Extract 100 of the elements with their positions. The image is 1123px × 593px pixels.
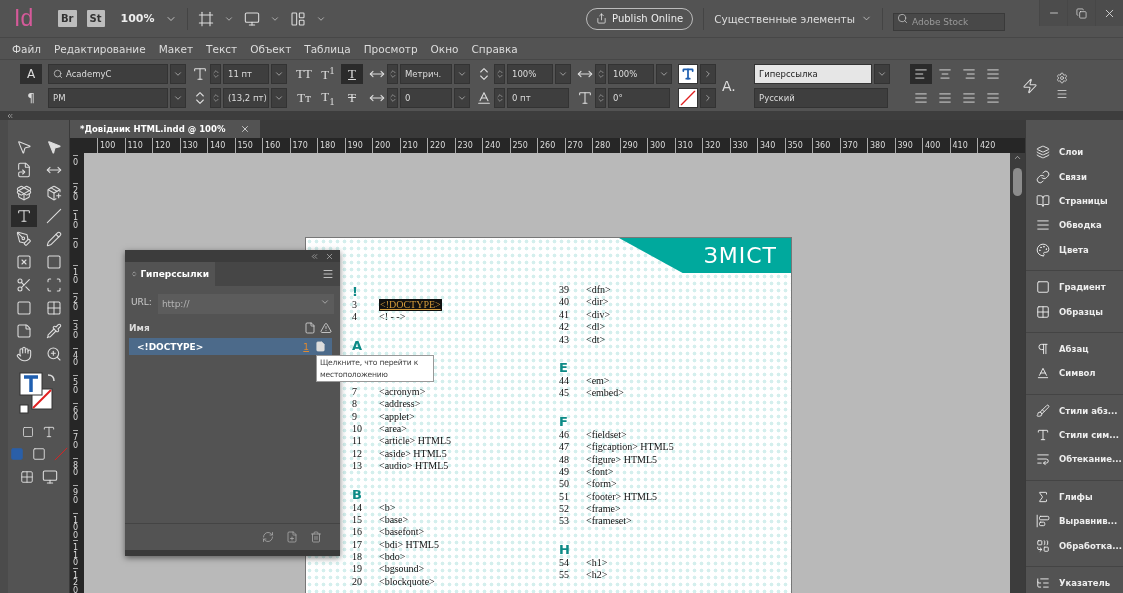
dropdown-button[interactable] (271, 87, 287, 108)
menu-item[interactable]: Макет (158, 42, 194, 55)
menu-item[interactable]: Окно (430, 42, 459, 55)
panel-button[interactable]: Стили сим... (1026, 422, 1123, 448)
container-icon[interactable] (21, 426, 34, 438)
horizontal-scale-field[interactable]: 100% (608, 63, 654, 84)
spinner-button[interactable] (387, 87, 398, 108)
mode-button[interactable]: ¶ (20, 87, 42, 108)
dropdown-button[interactable] (656, 63, 672, 84)
scroll-thumb[interactable] (1013, 168, 1022, 196)
panel-button[interactable]: Обводка (1026, 213, 1123, 238)
font-style-field[interactable]: PM (48, 87, 168, 108)
minimize-button[interactable] (1039, 0, 1067, 26)
gradient-icon[interactable] (31, 447, 46, 461)
restore-button[interactable] (1067, 0, 1095, 26)
font-size-field[interactable]: 11 пт (223, 63, 269, 84)
dropdown-button[interactable] (454, 87, 470, 108)
zoom-level[interactable]: 100% (120, 12, 155, 25)
page-sort-icon[interactable] (304, 322, 316, 334)
trash-icon[interactable] (310, 531, 322, 543)
vertical-scale-field[interactable]: 100% (507, 63, 553, 84)
stroke-swatch[interactable] (678, 87, 698, 108)
panel-button[interactable]: Слои (1026, 140, 1123, 165)
chevron-up-icon[interactable] (1013, 153, 1022, 162)
font-field[interactable]: AcademyC (48, 63, 168, 84)
spinner-button[interactable] (494, 63, 505, 84)
type-style-button[interactable]: T (341, 63, 363, 84)
language-field[interactable]: Русский (754, 87, 888, 108)
kerning-field[interactable]: Метрич. (400, 63, 452, 84)
panel-button[interactable]: Страницы (1026, 188, 1123, 214)
tracking-field[interactable]: 0 (400, 87, 452, 108)
menu-item[interactable]: Файл (12, 42, 41, 55)
scrollbar[interactable] (1010, 153, 1025, 593)
panel-button[interactable]: Глифы (1026, 484, 1123, 510)
spinner-button[interactable] (595, 87, 606, 108)
panel-button[interactable]: Выравнив... (1026, 509, 1123, 534)
bridge-button[interactable]: Br (58, 10, 77, 27)
menu-icon[interactable] (322, 268, 334, 280)
panel-button[interactable]: Обтекание... (1026, 447, 1123, 472)
panel-button[interactable]: Обработка... (1026, 533, 1123, 558)
panel-button[interactable]: Градиент (1026, 274, 1123, 300)
column-header[interactable]: Имя (129, 323, 300, 333)
dropdown-button[interactable] (170, 63, 186, 84)
document-tab[interactable]: *Довідник HTML.indd @ 100% (70, 120, 260, 138)
character-style-field[interactable]: Гиперссылка (754, 63, 872, 84)
warning-icon[interactable] (320, 322, 332, 334)
panel-button[interactable]: Связи (1026, 164, 1123, 189)
menu-icon[interactable] (1056, 87, 1068, 100)
close-icon[interactable] (325, 251, 334, 261)
lightning-icon[interactable] (1022, 77, 1038, 94)
panel-button[interactable]: Стили абз... (1026, 398, 1123, 423)
dropdown-button[interactable] (271, 63, 287, 84)
panel-tab[interactable]: Гиперссылки (125, 262, 215, 286)
search-field[interactable]: Adobe Stock (893, 12, 1005, 31)
menu-item[interactable]: Таблица (304, 42, 351, 55)
screen-mode-icon[interactable] (41, 469, 58, 485)
none-icon[interactable] (53, 447, 68, 461)
frame-edges-icon[interactable] (197, 10, 214, 27)
new-icon[interactable] (286, 531, 298, 543)
menu-item[interactable]: Справка (471, 42, 518, 55)
type-style-button[interactable]: Tт (293, 87, 315, 108)
refresh-icon[interactable] (262, 531, 274, 543)
text-format-icon[interactable] (41, 425, 56, 439)
leading-field[interactable]: (13,2 пт) (223, 87, 269, 108)
type-style-button[interactable]: TT (293, 63, 315, 84)
dropdown-button[interactable] (454, 63, 470, 84)
settings-icon[interactable] (1056, 71, 1068, 84)
skew-field[interactable]: 0° (608, 87, 670, 108)
type-style-button[interactable]: T$^{1}$ (317, 63, 339, 84)
panel-button[interactable]: Указатель (1026, 570, 1123, 593)
dropdown-button[interactable] (555, 63, 571, 84)
baseline-shift-field[interactable]: 0 пт (507, 87, 569, 108)
type-style-button[interactable]: T$_{1}$ (317, 87, 339, 108)
spinner-button[interactable] (595, 63, 606, 84)
align-button[interactable] (910, 63, 932, 84)
collapse-icon[interactable] (6, 112, 14, 120)
menu-item[interactable]: Объект (250, 42, 292, 55)
type-style-button[interactable]: T (341, 87, 363, 108)
dropdown-button[interactable] (170, 87, 186, 108)
stock-button[interactable]: St (86, 10, 105, 27)
menu-item[interactable]: Редактирование (54, 42, 146, 55)
panel-button[interactable]: Абзац (1026, 336, 1123, 362)
panel-button[interactable]: Символ (1026, 361, 1123, 386)
mode-button[interactable]: A (20, 63, 42, 84)
spinner-button[interactable] (387, 63, 398, 84)
menu-item[interactable]: Текст (206, 42, 238, 55)
dropdown-button[interactable] (874, 63, 890, 84)
workspace-menu[interactable]: Существенные элементы (714, 12, 872, 25)
spinner-button[interactable] (210, 87, 221, 108)
panel-button[interactable]: Образцы (1026, 299, 1123, 324)
tool-button[interactable] (10, 205, 37, 227)
color-square-icon[interactable] (9, 447, 24, 461)
collapse-icon[interactable] (310, 251, 319, 261)
panel-button[interactable]: Цвета (1026, 237, 1123, 262)
fill-swatch[interactable] (678, 63, 698, 84)
view-mode-icon[interactable] (19, 470, 34, 484)
hyperlink-row[interactable]: <!DOCTYPE> 1 (129, 338, 332, 355)
menu-item[interactable]: Просмотр (363, 42, 418, 55)
arrange-icon[interactable] (289, 10, 306, 27)
screen-mode-icon[interactable] (243, 10, 260, 27)
